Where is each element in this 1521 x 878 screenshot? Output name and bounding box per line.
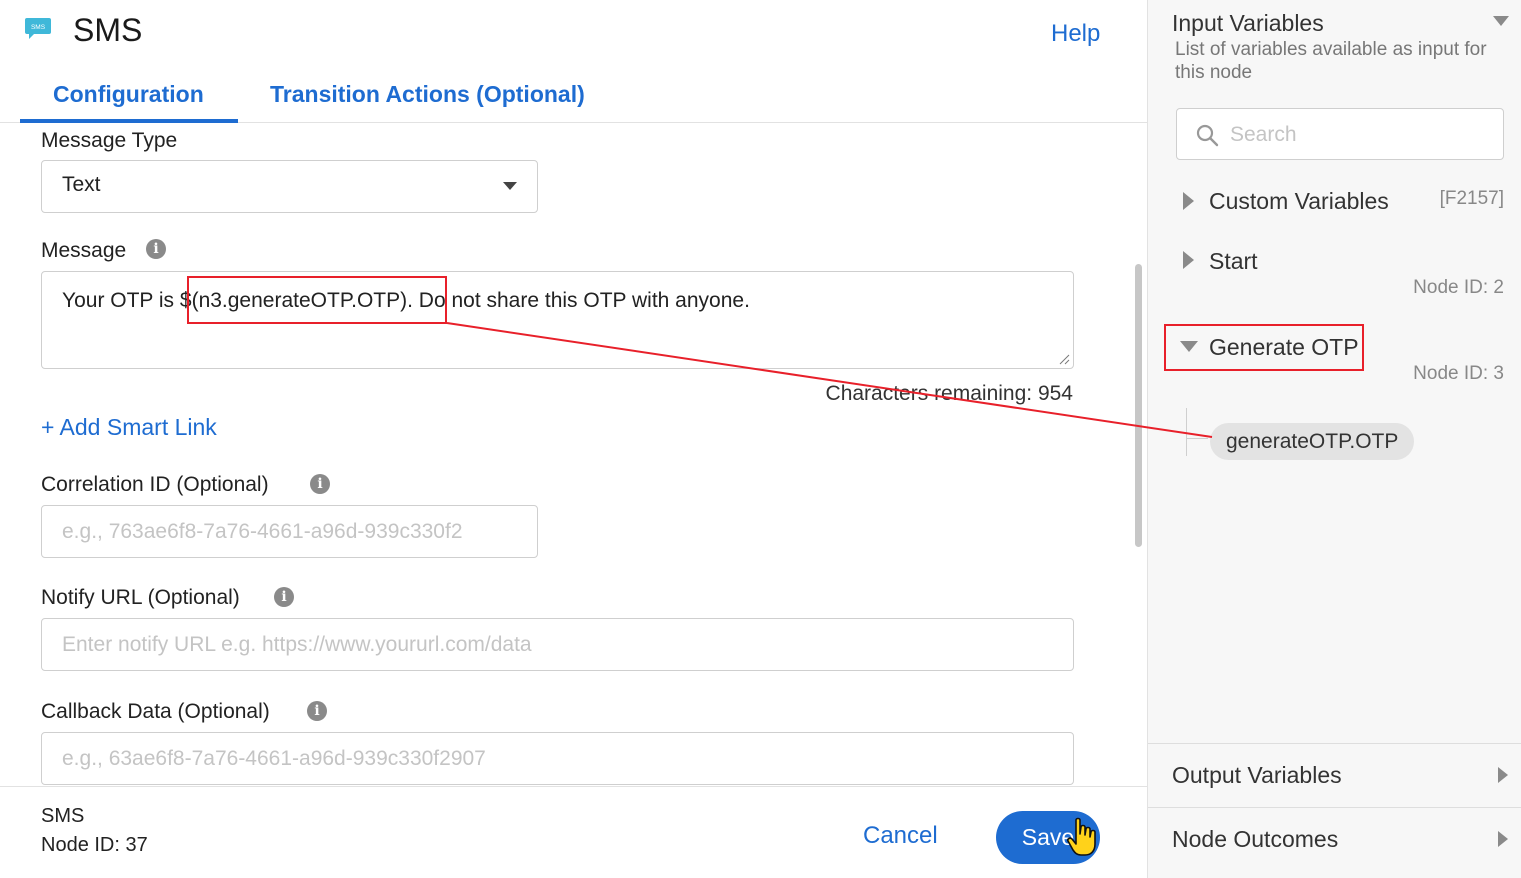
notify-url-placeholder: Enter notify URL e.g. https://www.yourur…: [62, 633, 532, 656]
node-config-panel: SMS SMS Help Configuration Transition Ac…: [0, 0, 1147, 878]
tree-item-label: Generate OTP: [1209, 334, 1359, 360]
message-type-value: Text: [62, 173, 101, 196]
tree-item-label: Start: [1209, 248, 1258, 274]
expand-triangle-icon: [1183, 251, 1194, 269]
callback-data-placeholder: e.g., 63ae6f8-7a76-4661-a96d-939c330f290…: [62, 747, 486, 770]
help-link[interactable]: Help: [1051, 20, 1100, 48]
tree-item-meta: Node ID: 2: [1413, 277, 1504, 298]
collapse-triangle-icon[interactable]: [1493, 16, 1509, 26]
tab-transition-actions[interactable]: Transition Actions (Optional): [270, 81, 585, 108]
footer-node-id: Node ID: 37: [41, 834, 148, 856]
chevron-right-icon: [1498, 767, 1508, 783]
characters-remaining: Characters remaining: 954: [825, 382, 1073, 405]
output-variables-section[interactable]: Output Variables: [1148, 743, 1521, 807]
chevron-down-icon: [503, 182, 517, 190]
cancel-button[interactable]: Cancel: [863, 822, 938, 850]
message-type-select[interactable]: Text: [41, 160, 538, 213]
variable-search-input[interactable]: Search: [1176, 108, 1504, 160]
message-text: Your OTP is $(n3.generateOTP.OTP). Do no…: [62, 289, 750, 312]
correlation-id-placeholder: e.g., 763ae6f8-7a76-4661-a96d-939c330f2: [62, 520, 463, 543]
notify-url-label: Notify URL (Optional): [41, 586, 240, 609]
tab-configuration[interactable]: Configuration: [53, 81, 204, 108]
notify-url-info-icon[interactable]: i: [274, 587, 294, 607]
page-title: SMS: [73, 12, 143, 48]
expand-triangle-icon: [1183, 192, 1194, 210]
svg-text:SMS: SMS: [31, 24, 46, 31]
active-tab-indicator: [20, 119, 238, 123]
section-label: Node Outcomes: [1172, 826, 1339, 852]
sidebar-title: Input Variables: [1172, 10, 1324, 36]
message-type-label: Message Type: [41, 129, 178, 152]
tree-connector-branch: [1186, 438, 1208, 439]
node-outcomes-section[interactable]: Node Outcomes: [1148, 807, 1521, 878]
footer-node-name: SMS: [41, 805, 85, 827]
section-label: Output Variables: [1172, 762, 1342, 788]
hand-pointer-cursor-icon: [1067, 817, 1096, 856]
sms-chat-bubble-icon: SMS: [25, 18, 51, 39]
correlation-id-input[interactable]: e.g., 763ae6f8-7a76-4661-a96d-939c330f2: [41, 505, 538, 558]
search-icon: [1196, 124, 1219, 147]
chevron-right-icon: [1498, 831, 1508, 847]
callback-data-input[interactable]: e.g., 63ae6f8-7a76-4661-a96d-939c330f290…: [41, 732, 1074, 785]
correlation-id-label: Correlation ID (Optional): [41, 473, 269, 496]
tree-item-meta: Node ID: 3: [1413, 363, 1504, 384]
tree-item-label: Custom Variables: [1209, 188, 1389, 214]
sidebar-description: List of variables available as input for…: [1175, 39, 1487, 83]
resize-handle-icon[interactable]: [1058, 353, 1070, 365]
form-scrollbar[interactable]: [1135, 264, 1142, 547]
add-smart-link-button[interactable]: + Add Smart Link: [41, 414, 217, 441]
message-label: Message: [41, 239, 127, 262]
correlation-id-info-icon[interactable]: i: [310, 474, 330, 494]
panel-header: SMS SMS Help Configuration Transition Ac…: [0, 0, 1147, 123]
message-variable: $(n3.generateOTP.OTP): [179, 289, 408, 312]
callback-data-label: Callback Data (Optional): [41, 700, 270, 723]
config-form: Message Type Text Message i Your OTP is …: [0, 124, 1130, 786]
message-info-icon[interactable]: i: [146, 239, 166, 259]
tree-item-meta: [F2157]: [1439, 188, 1504, 209]
message-textarea[interactable]: Your OTP is $(n3.generateOTP.OTP). Do no…: [41, 271, 1074, 369]
variable-pill-generateotp-otp[interactable]: generateOTP.OTP: [1210, 423, 1415, 460]
search-placeholder: Search: [1230, 123, 1297, 146]
callback-data-info-icon[interactable]: i: [307, 701, 327, 721]
collapse-triangle-icon: [1180, 341, 1198, 352]
tree-connector: [1186, 408, 1187, 456]
panel-footer: SMS Node ID: 37 Cancel Save: [0, 786, 1147, 878]
input-variables-sidebar: Input Variables List of variables availa…: [1147, 0, 1521, 878]
notify-url-input[interactable]: Enter notify URL e.g. https://www.yourur…: [41, 618, 1074, 671]
